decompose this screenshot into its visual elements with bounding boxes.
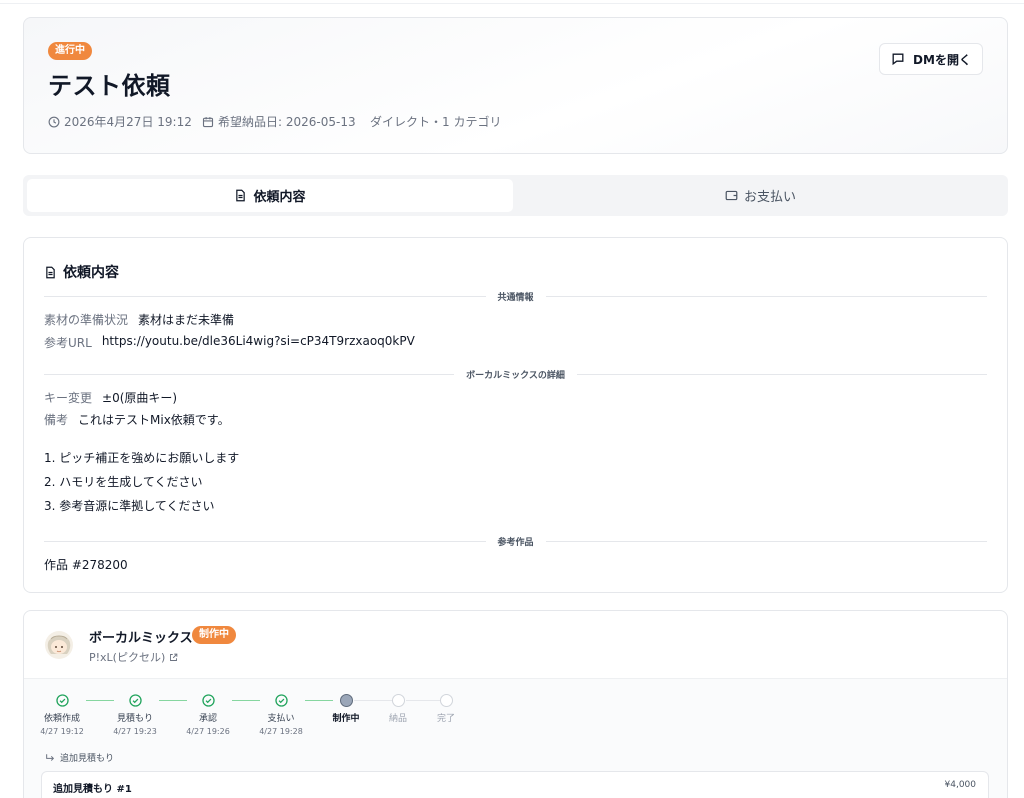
category-text: ダイレクト・1 カテゴリ — [370, 115, 502, 129]
step-name: 完了 — [436, 714, 455, 724]
creator-name: P!xL(ピクセル) — [89, 651, 166, 664]
step-time: 4/27 19:12 — [40, 727, 84, 736]
section-divider-common: 共通情報 — [44, 290, 988, 303]
pending-step-dot-icon — [439, 694, 453, 707]
material-row: 素材の準備状況 素材はまだ未準備 — [44, 311, 234, 328]
additional-quote-name: 追加見積もり #1 — [53, 784, 132, 795]
step-time: 4/27 19:26 — [186, 727, 230, 736]
note-value: これはテストMix依頼です。 — [78, 413, 230, 427]
step-name: 依頼作成 — [43, 714, 80, 724]
check-circle-icon — [274, 694, 288, 707]
additional-quote-item[interactable]: 追加見積もり #1 ¥4,000 — [41, 771, 989, 798]
due-date: 希望納品日: 2026-05-13 — [202, 113, 356, 130]
check-circle-icon — [201, 694, 215, 707]
section-divider-mix: ボーカルミックスの詳細 — [44, 368, 988, 381]
check-circle-icon — [128, 694, 142, 707]
step-name: 支払い — [267, 714, 295, 724]
step-time: 4/27 19:23 — [113, 727, 157, 736]
external-link-icon — [170, 653, 178, 661]
key-change-value: ±0(原曲キー) — [102, 391, 178, 405]
note-label: 備考 — [44, 413, 69, 427]
section-label-common: 共通情報 — [497, 292, 534, 303]
order-card: ボーカルミックス 制作中 P!xL(ピクセル) 依頼作成 4/27 19:12 … — [23, 610, 1008, 798]
progress-step-quote: 見積もり 4/27 19:23 — [102, 694, 168, 736]
tab-payment-label: お支払い — [743, 190, 796, 205]
creator-link[interactable]: P!xL(ピクセル) — [89, 649, 178, 665]
reference-url-value[interactable]: https://youtu.be/dle36Li4wig?si=cP34T9rz… — [102, 334, 415, 351]
request-header-card: 進行中 テスト依頼 2026年4月27日 19:12 希望納品日: 2026-0… — [23, 17, 1008, 154]
avatar[interactable] — [44, 629, 74, 661]
tab-bar: 依頼内容 お支払い — [23, 175, 1008, 216]
progress-step-request: 依頼作成 4/27 19:12 — [29, 694, 95, 736]
document-icon — [46, 266, 55, 278]
key-change-row: キー変更 ±0(原曲キー) — [44, 389, 177, 406]
current-step-dot-icon — [339, 694, 353, 707]
progress-step-complete: 完了 — [413, 694, 479, 724]
progress-step-payment: 支払い 4/27 19:28 — [248, 694, 314, 736]
order-progress-panel: 依頼作成 4/27 19:12 見積もり 4/27 19:23 承認 4/27 … — [24, 678, 1007, 798]
step-name: 承認 — [198, 714, 217, 724]
step-time: 4/27 19:28 — [259, 727, 303, 736]
check-circle-icon — [55, 694, 69, 707]
step-name: 見積もり — [116, 714, 153, 724]
detail-title-text: 依頼内容 — [63, 265, 119, 281]
reference-url-row: 参考URL https://youtu.be/dle36Li4wig?si=cP… — [44, 334, 415, 351]
section-divider-works: 参考作品 — [44, 535, 988, 548]
open-dm-button[interactable]: DMを開く — [879, 43, 983, 75]
additional-quote-header: 追加見積もり — [45, 751, 114, 764]
reference-work-item[interactable]: 作品 #278200 — [44, 556, 128, 573]
corner-down-right-icon — [46, 753, 55, 761]
page-title: テスト依頼 — [48, 72, 171, 100]
pending-step-dot-icon — [391, 694, 405, 707]
order-title: ボーカルミックス — [89, 631, 193, 646]
note-line: 2. ハモリを生成してください — [44, 475, 203, 489]
created-date-text: 2026年4月27日 19:12 — [64, 115, 192, 129]
top-border — [0, 0, 1024, 4]
reference-url-label: 参考URL — [44, 336, 92, 350]
calendar-icon — [202, 116, 214, 127]
key-change-label: キー変更 — [44, 391, 93, 405]
material-label: 素材の準備状況 — [44, 313, 129, 327]
detail-title: 依頼内容 — [44, 262, 119, 282]
wallet-icon — [725, 190, 738, 201]
clock-icon — [48, 116, 60, 127]
tab-request-label: 依頼内容 — [253, 190, 306, 205]
created-date: 2026年4月27日 19:12 — [48, 113, 192, 130]
open-dm-label: DMを開く — [913, 52, 971, 67]
section-label-mix: ボーカルミックスの詳細 — [466, 370, 565, 381]
tab-payment[interactable]: お支払い — [517, 179, 1004, 212]
document-icon — [236, 189, 246, 202]
material-value: 素材はまだ未準備 — [138, 313, 235, 327]
note-row: 備考 これはテストMix依頼です。 — [44, 411, 230, 428]
order-status-badge: 制作中 — [192, 626, 236, 644]
chat-icon — [892, 53, 904, 66]
additional-quote-amount: ¥4,000 — [944, 780, 977, 790]
status-badge: 進行中 — [48, 42, 92, 60]
note-line: 3. 参考音源に準拠してください — [44, 499, 215, 513]
progress-step-approval: 承認 4/27 19:26 — [175, 694, 241, 736]
additional-quote-label: 追加見積もり — [60, 754, 115, 764]
note-line: 1. ピッチ補正を強めにお願いします — [44, 451, 240, 465]
request-detail-card: 依頼内容 共通情報 素材の準備状況 素材はまだ未準備 参考URL https:/… — [23, 237, 1008, 593]
category-info: ダイレクト・1 カテゴリ — [370, 113, 501, 130]
section-label-works: 参考作品 — [497, 537, 534, 548]
tab-request-details[interactable]: 依頼内容 — [27, 179, 513, 212]
due-date-text: 希望納品日: 2026-05-13 — [218, 115, 356, 129]
